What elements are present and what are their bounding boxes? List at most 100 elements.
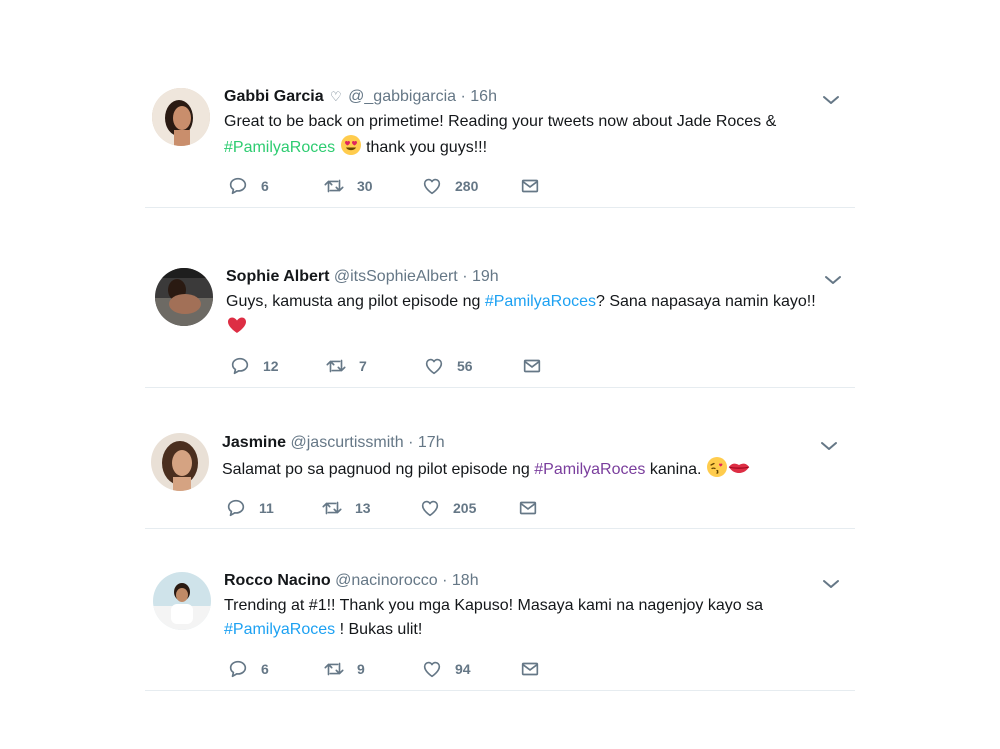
like-icon <box>423 355 445 377</box>
reply-button[interactable]: 6 <box>227 175 269 197</box>
username[interactable]: @jascurtissmith <box>291 434 404 451</box>
tweet-text-tail: thank you guys!!! <box>366 139 488 156</box>
like-count: 94 <box>455 661 471 677</box>
tweet-actions: 6 9 94 <box>227 658 647 680</box>
username[interactable]: @itsSophieAlbert <box>334 268 458 285</box>
chevron-down-icon[interactable] <box>822 94 840 106</box>
tweet-text-tail: kanina. <box>649 461 702 478</box>
username[interactable]: @nacinorocco <box>335 572 438 589</box>
tweet-text: Trending at #1!! Thank you mga Kapuso! M… <box>224 594 844 642</box>
tweet-actions: 11 13 205 <box>225 497 645 519</box>
timestamp[interactable]: 18h <box>452 572 479 589</box>
like-button[interactable]: 280 <box>421 175 478 197</box>
timestamp[interactable]: 17h <box>418 434 445 451</box>
chevron-down-icon[interactable] <box>824 274 842 286</box>
like-button[interactable]: 56 <box>423 355 473 377</box>
hashtag-link[interactable]: #PamilyaRoces <box>534 461 645 478</box>
like-button[interactable]: 94 <box>421 658 471 680</box>
like-count: 280 <box>455 178 479 194</box>
display-name[interactable]: Gabbi Garcia <box>224 88 324 105</box>
separator: · <box>460 88 466 105</box>
retweet-icon <box>323 175 345 197</box>
like-icon <box>421 658 443 680</box>
avatar[interactable] <box>152 88 210 146</box>
like-count: 205 <box>453 500 477 516</box>
tweet-header: Jasmine @jascurtissmith · 17h <box>222 434 445 452</box>
dm-icon <box>517 497 539 519</box>
retweet-count: 30 <box>357 178 373 194</box>
reply-count: 6 <box>261 178 269 194</box>
tweet-text-line: Trending at #1!! Thank you mga Kapuso! M… <box>224 597 763 614</box>
reply-icon <box>225 497 247 519</box>
dm-icon <box>521 355 543 377</box>
display-name[interactable]: Jasmine <box>222 434 286 451</box>
tweet-actions: 12 7 56 <box>229 355 649 377</box>
kissing-face-emoji-icon <box>706 456 728 478</box>
separator: · <box>442 572 448 589</box>
heart-eyes-emoji-icon <box>340 134 362 156</box>
hashtag-link[interactable]: #PamilyaRoces <box>485 293 596 310</box>
display-name[interactable]: Rocco Nacino <box>224 572 331 589</box>
display-name[interactable]: Sophie Albert <box>226 268 329 285</box>
chevron-down-icon[interactable] <box>820 440 838 452</box>
tweet-text-line: Great to be back on primetime! Reading y… <box>224 113 777 130</box>
timestamp[interactable]: 16h <box>470 88 497 105</box>
direct-message-button[interactable] <box>517 497 539 519</box>
tweet[interactable]: Gabbi Garcia ♡ @_gabbigarcia · 16h Great… <box>145 70 855 208</box>
direct-message-button[interactable] <box>519 175 541 197</box>
retweet-icon <box>321 497 343 519</box>
retweet-button[interactable]: 7 <box>325 355 367 377</box>
dm-icon <box>519 658 541 680</box>
separator: · <box>462 268 468 285</box>
tweet-text-line: Guys, kamusta ang pilot episode ng <box>226 293 481 310</box>
reply-button[interactable]: 12 <box>229 355 279 377</box>
hashtag-link[interactable]: #PamilyaRoces <box>224 621 335 638</box>
reply-count: 12 <box>263 358 279 374</box>
like-icon <box>419 497 441 519</box>
reply-icon <box>229 355 251 377</box>
retweet-count: 7 <box>359 358 367 374</box>
hashtag-link[interactable]: #PamilyaRoces <box>224 139 335 156</box>
tweet-text: Salamat po sa pagnuod ng pilot episode n… <box>222 456 842 482</box>
tweet-text: Great to be back on primetime! Reading y… <box>224 110 844 160</box>
separator: · <box>408 434 414 451</box>
tweet-text-line: Salamat po sa pagnuod ng pilot episode n… <box>222 461 530 478</box>
retweet-icon <box>323 658 345 680</box>
like-button[interactable]: 205 <box>419 497 476 519</box>
tweet-text-tail: ? Sana napasaya namin kayo!! <box>595 293 816 310</box>
tweet[interactable]: Sophie Albert @itsSophieAlbert · 19h Guy… <box>145 250 855 388</box>
avatar[interactable] <box>151 433 209 491</box>
reply-button[interactable]: 6 <box>227 658 269 680</box>
retweet-button[interactable]: 13 <box>321 497 371 519</box>
direct-message-button[interactable] <box>519 658 541 680</box>
chevron-down-icon[interactable] <box>822 578 840 590</box>
avatar[interactable] <box>153 572 211 630</box>
retweet-count: 9 <box>357 661 365 677</box>
reply-count: 6 <box>261 661 269 677</box>
timestamp[interactable]: 19h <box>472 268 499 285</box>
reply-icon <box>227 658 249 680</box>
kiss-mark-emoji-icon <box>728 456 750 478</box>
retweet-button[interactable]: 9 <box>323 658 365 680</box>
avatar[interactable] <box>155 268 213 326</box>
reply-icon <box>227 175 249 197</box>
tweet-header: Rocco Nacino @nacinorocco · 18h <box>224 572 479 590</box>
retweet-icon <box>325 355 347 377</box>
tweet[interactable]: Rocco Nacino @nacinorocco · 18h Trending… <box>145 553 855 691</box>
retweet-count: 13 <box>355 500 371 516</box>
heart-badge-icon: ♡ <box>330 89 342 104</box>
retweet-button[interactable]: 30 <box>323 175 373 197</box>
tweet-text-tail: ! Bukas ulit! <box>339 621 423 638</box>
direct-message-button[interactable] <box>521 355 543 377</box>
red-heart-emoji-icon <box>226 314 248 336</box>
tweet-actions: 6 30 280 <box>227 175 647 197</box>
tweet-header: Sophie Albert @itsSophieAlbert · 19h <box>226 268 499 286</box>
username[interactable]: @_gabbigarcia <box>348 88 456 105</box>
tweet[interactable]: Jasmine @jascurtissmith · 17h Salamat po… <box>145 415 855 529</box>
dm-icon <box>519 175 541 197</box>
tweet-header: Gabbi Garcia ♡ @_gabbigarcia · 16h <box>224 88 497 106</box>
tweet-text: Guys, kamusta ang pilot episode ng #Pami… <box>226 290 851 340</box>
reply-button[interactable]: 11 <box>225 497 274 519</box>
like-count: 56 <box>457 358 473 374</box>
reply-count: 11 <box>259 500 274 516</box>
